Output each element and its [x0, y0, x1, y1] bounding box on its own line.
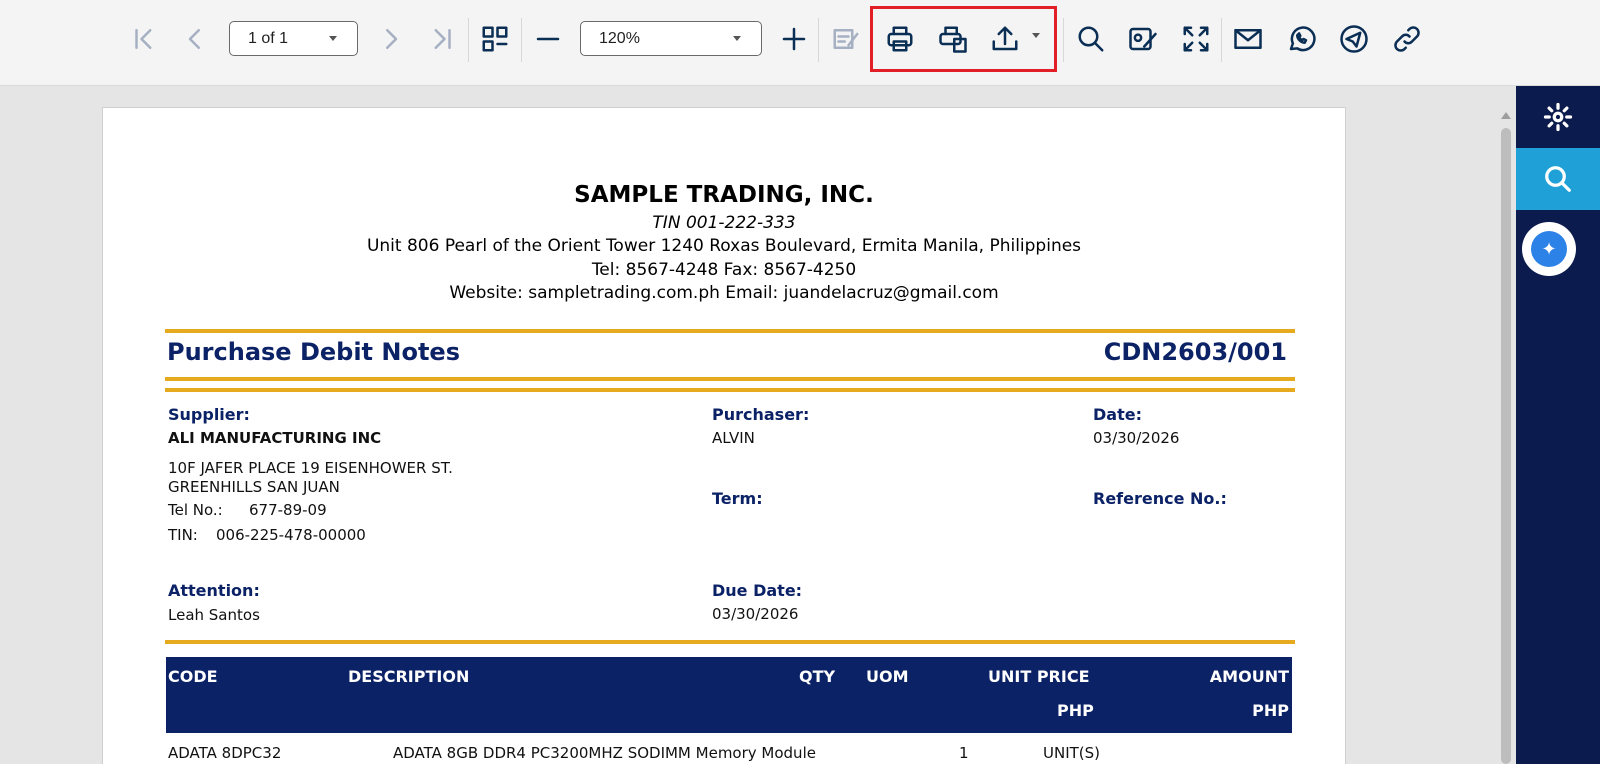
chevron-down-icon	[329, 36, 337, 41]
header-description: DESCRIPTION	[348, 667, 470, 686]
document-title: Purchase Debit Notes	[167, 338, 460, 366]
prev-page-icon	[188, 29, 200, 49]
gold-divider	[165, 388, 1295, 392]
date-label: Date:	[1093, 405, 1142, 424]
first-page-button[interactable]	[125, 20, 163, 58]
gold-divider	[165, 377, 1295, 381]
document-number: CDN2603/001	[1103, 338, 1287, 366]
link-button[interactable]	[1388, 20, 1426, 58]
fullscreen-button[interactable]	[1177, 20, 1215, 58]
zoom-select[interactable]: 120%	[580, 21, 762, 56]
row-description: ADATA 8GB DDR4 PC3200MHZ SODIMM Memory M…	[393, 744, 816, 762]
toolbar-divider	[1221, 18, 1222, 62]
zoom-in-button[interactable]	[775, 20, 813, 58]
sign-icon	[1129, 27, 1157, 51]
header-qty: QTY	[799, 667, 836, 686]
chevron-down-icon	[733, 36, 741, 41]
header-amount: AMOUNT	[1209, 667, 1289, 686]
company-tin: TIN 001-222-333	[652, 213, 796, 233]
supplier-tin-value: 006-225-478-00000	[216, 526, 366, 544]
supplier-label: Supplier:	[168, 405, 250, 424]
purchaser-value: ALVIN	[712, 429, 755, 447]
annotate-icon	[833, 29, 859, 49]
header-code: CODE	[168, 667, 218, 686]
prev-page-button[interactable]	[176, 20, 214, 58]
search-button[interactable]	[1072, 20, 1110, 58]
header-uom: UOM	[866, 667, 909, 686]
ai-assistant-icon: ✦	[1531, 231, 1567, 267]
gear-icon	[1543, 102, 1573, 132]
supplier-tel-label: Tel No.:	[168, 501, 223, 519]
attention-label: Attention:	[168, 581, 260, 600]
email-button[interactable]	[1229, 20, 1267, 58]
page-select[interactable]: 1 of 1	[229, 21, 358, 56]
last-page-icon	[434, 29, 451, 49]
purchaser-label: Purchaser:	[712, 405, 810, 424]
document-page: SAMPLE TRADING, INC. TIN 001-222-333 Uni…	[102, 107, 1346, 764]
zoom-out-icon	[536, 37, 560, 41]
thumbnails-icon	[482, 26, 508, 52]
last-page-button[interactable]	[423, 20, 461, 58]
telegram-icon	[1340, 25, 1368, 53]
row-uom: UNIT(S)	[1043, 744, 1101, 762]
highlight-box	[870, 6, 1057, 72]
supplier-tel-value: 677-89-09	[249, 501, 327, 519]
whatsapp-icon	[1289, 26, 1316, 52]
email-icon	[1234, 29, 1262, 49]
due-date-label: Due Date:	[712, 581, 803, 600]
table-header: CODE DESCRIPTION QTY UOM UNIT PRICE PHP …	[166, 657, 1292, 733]
ai-assistant-button[interactable]: ✦	[1522, 222, 1576, 276]
settings-button[interactable]	[1516, 86, 1600, 148]
scroll-up-icon[interactable]	[1501, 112, 1511, 119]
sign-button[interactable]	[1124, 20, 1162, 58]
next-page-icon	[386, 29, 398, 49]
company-tel-fax: Tel: 8567-4248 Fax: 8567-4250	[591, 260, 857, 280]
row-code: ADATA 8DPC32	[168, 744, 282, 762]
whatsapp-button[interactable]	[1282, 20, 1320, 58]
supplier-address-1: 10F JAFER PLACE 19 EISENHOWER ST.	[168, 459, 453, 477]
company-address: Unit 806 Pearl of the Orient Tower 1240 …	[366, 236, 1082, 256]
date-value: 03/30/2026	[1093, 429, 1180, 447]
reference-label: Reference No.:	[1093, 489, 1227, 508]
thumbnails-button[interactable]	[476, 20, 514, 58]
first-page-icon	[135, 29, 152, 49]
toolbar-divider	[818, 18, 819, 62]
row-qty: 1	[959, 744, 969, 762]
gold-divider	[165, 640, 1295, 644]
toolbar-divider	[521, 18, 522, 62]
term-label: Term:	[712, 489, 763, 508]
zoom-select-value: 120%	[599, 29, 640, 47]
zoom-out-button[interactable]	[529, 20, 567, 58]
due-date-value: 03/30/2026	[712, 605, 799, 623]
header-amount-currency: PHP	[1252, 701, 1289, 720]
header-unit-price-currency: PHP	[1057, 701, 1094, 720]
toolbar-divider	[1063, 18, 1064, 62]
right-sidebar	[1516, 86, 1600, 764]
viewer-toolbar: 1 of 1 120%	[0, 0, 1600, 86]
company-name: SAMPLE TRADING, INC.	[574, 182, 874, 208]
search-icon	[1545, 166, 1571, 192]
fullscreen-icon	[1183, 26, 1209, 52]
attention-value: Leah Santos	[168, 606, 260, 624]
sidebar-search-button[interactable]	[1516, 148, 1600, 210]
scrollbar-thumb[interactable]	[1501, 128, 1511, 764]
header-unit-price: UNIT PRICE	[988, 667, 1090, 686]
gold-divider	[165, 329, 1295, 333]
telegram-button[interactable]	[1335, 20, 1373, 58]
link-icon	[1394, 26, 1420, 52]
zoom-in-icon	[782, 27, 806, 51]
next-page-button[interactable]	[372, 20, 410, 58]
supplier-tin-label: TIN:	[168, 526, 198, 544]
toolbar-divider	[468, 18, 469, 62]
annotate-button[interactable]	[827, 20, 865, 58]
supplier-address-2: GREENHILLS SAN JUAN	[168, 478, 340, 496]
company-web-email: Website: sampletrading.com.ph Email: jua…	[449, 283, 999, 303]
search-icon	[1078, 26, 1104, 52]
supplier-name: ALI MANUFACTURING INC	[168, 429, 382, 447]
page-select-value: 1 of 1	[248, 29, 289, 47]
